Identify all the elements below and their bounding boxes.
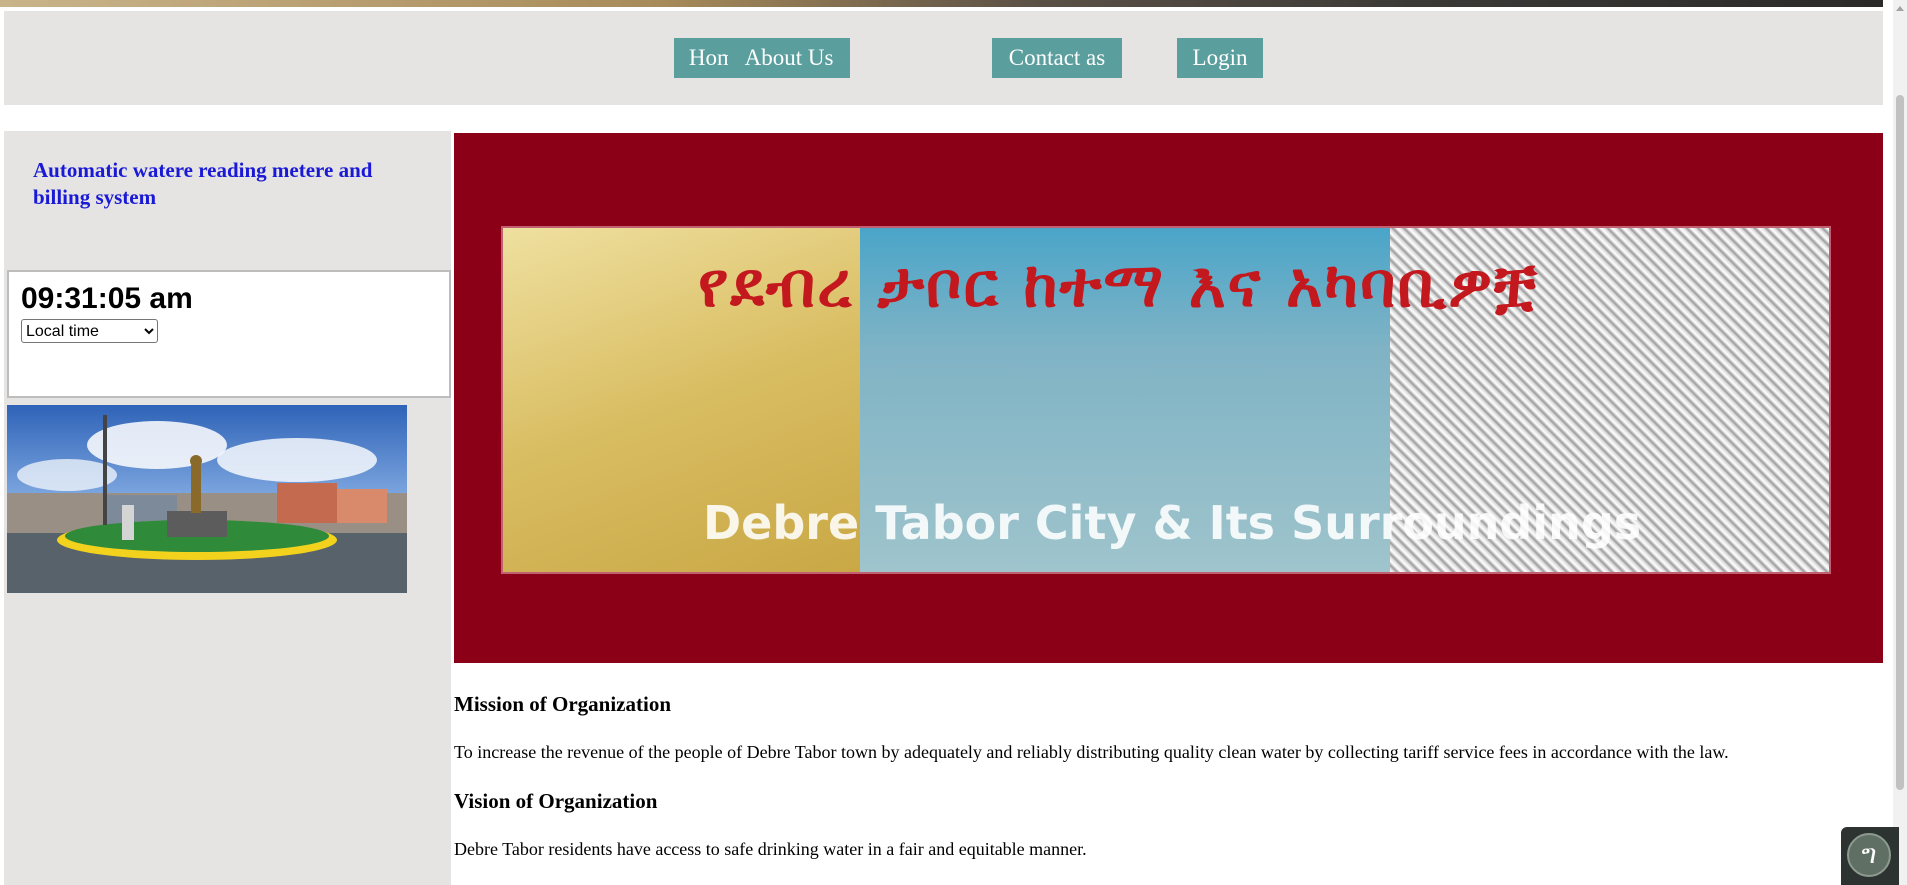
app-title: Automatic watere reading metere and bill…: [33, 158, 373, 209]
nav-about-us-button[interactable]: About Us: [728, 38, 850, 78]
floating-widget[interactable]: ግ: [1841, 827, 1899, 885]
mission-heading: Mission of Organization: [454, 692, 672, 716]
header-image-strip: [0, 0, 1883, 7]
nav-login-button[interactable]: Login: [1177, 38, 1263, 78]
scroll-up-icon[interactable]: [1896, 6, 1904, 11]
clock-widget: 09:31:05 am Local time: [7, 270, 451, 398]
clock-time: 09:31:05 am: [21, 282, 193, 315]
city-banner: የደብረ ታቦር ከተማ እና አካባቢዎቿ Debre Tabor City …: [454, 133, 1883, 663]
sidebar: Automatic watere reading metere and bill…: [4, 131, 451, 885]
banner-collage: የደብረ ታቦር ከተማ እና አካባቢዎቿ Debre Tabor City …: [501, 226, 1831, 574]
widget-icon[interactable]: ግ: [1847, 833, 1891, 877]
page-scrollbar[interactable]: [1893, 0, 1907, 885]
banner-amharic-title: የደብረ ታቦር ከተማ እና አካባቢዎቿ: [698, 248, 1539, 321]
nav-contact-button[interactable]: Contact as: [992, 38, 1122, 78]
city-roundabout-photo: [7, 405, 407, 593]
banner-caption: Debre Tabor City & Its Surroundings: [703, 496, 1642, 550]
scrollbar-thumb[interactable]: [1896, 95, 1904, 790]
mission-text: To increase the revenue of the people of…: [454, 742, 1729, 762]
vision-heading: Vision of Organization: [454, 789, 658, 813]
main-content: የደብረ ታቦር ከተማ እና አካባቢዎቿ Debre Tabor City …: [454, 133, 1883, 885]
city-roundabout-image: [7, 405, 407, 593]
timezone-select[interactable]: Local time: [21, 319, 158, 343]
navbar: Home About Us Contact as Login: [4, 11, 1883, 105]
vision-text: Debre Tabor residents have access to saf…: [454, 839, 1087, 859]
